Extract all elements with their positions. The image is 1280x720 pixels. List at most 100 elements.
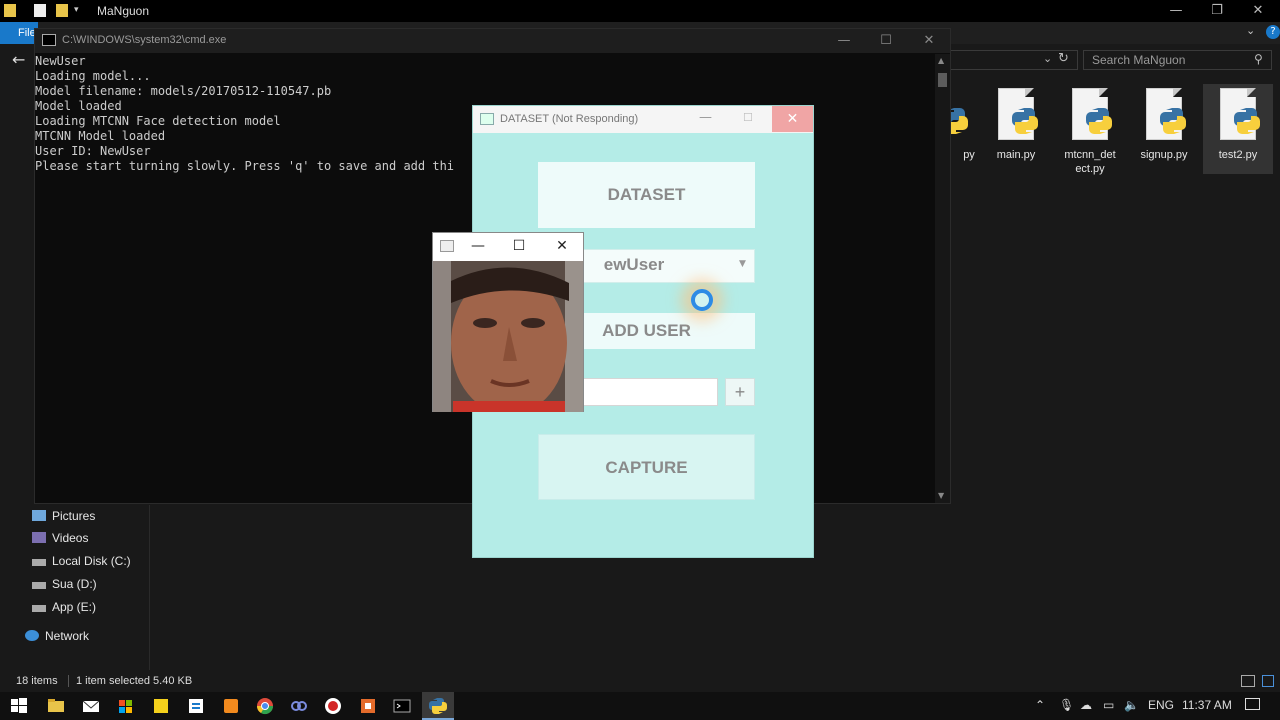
chevron-down-icon[interactable]: ▼ [739,259,746,269]
scroll-up-icon[interactable]: ▲ [938,56,944,65]
dataset-titlebar[interactable]: DATASET (Not Responding) — ☐ ✕ [473,106,813,133]
sidebar-item-pictures[interactable]: Pictures [32,509,95,523]
scroll-thumb[interactable] [938,73,947,87]
file-item-selected[interactable]: test2.py [1203,84,1273,174]
store-icon[interactable] [115,695,137,717]
cmd-icon [42,34,56,46]
sidebar-item-label: App (E:) [52,600,97,614]
search-icon: ⚲ [1254,52,1263,66]
restore-button[interactable]: ❐ [1197,2,1237,20]
console-line: NewUser [35,54,86,68]
pane-divider[interactable] [149,505,150,670]
busy-cursor-icon [691,289,713,311]
python-icon [1160,108,1186,134]
minimize-button[interactable]: — [467,236,489,256]
notification-icon[interactable] [1245,698,1260,710]
refresh-icon[interactable]: ↻ [1058,51,1069,66]
clock[interactable]: 11:37 AM [1182,698,1232,712]
tab-file[interactable]: File [0,22,38,44]
link-icon[interactable] [288,695,310,717]
console-line: Loading model... [35,69,151,83]
file-item[interactable]: signup.py [1129,88,1199,162]
python-icon [1012,108,1038,134]
scroll-down-icon[interactable]: ▼ [938,491,944,500]
dataset-button[interactable]: DATASET [538,162,755,228]
file-name: signup.py [1140,149,1188,161]
new-folder-icon[interactable] [56,4,68,17]
maximize-button[interactable]: ☐ [871,31,901,51]
taskbar-active-app[interactable] [422,692,454,720]
sidebar-item-label: Pictures [52,509,96,523]
volume-icon[interactable]: 🔈 [1124,698,1139,712]
videos-icon [32,532,46,543]
cmd-icon[interactable] [391,695,413,717]
sticky-notes-icon[interactable] [150,695,172,717]
window-title: MaNguon [97,4,150,18]
python-icon [429,698,447,714]
windows-start-icon[interactable] [8,695,30,717]
close-button[interactable]: ✕ [1238,2,1278,20]
file-explorer-icon[interactable] [45,695,67,717]
search-input[interactable]: Search MaNguon ⚲ [1083,50,1272,70]
microphone-icon[interactable]: 🎙 [1059,698,1074,712]
search-placeholder: Search MaNguon [1092,53,1186,67]
cmd-titlebar[interactable]: C:\WINDOWS\system32\cmd.exe — ☐ ✕ [35,29,950,53]
camera-titlebar[interactable]: — ☐ ✕ [433,233,583,260]
item-count: 18 items [16,675,58,687]
sidebar-item-network[interactable]: Network [25,629,89,643]
archive-icon[interactable] [357,695,379,717]
help-icon[interactable]: ? [1266,25,1280,39]
chevron-down-icon[interactable]: ⌄ [1043,52,1052,65]
editor-icon[interactable] [185,695,207,717]
maximize-button[interactable]: ☐ [508,236,530,256]
sublime-text-icon[interactable] [220,695,242,717]
network-icon[interactable]: ▭ [1103,698,1114,712]
file-item[interactable]: main.py [981,88,1051,162]
chevron-up-icon[interactable]: ⌃ [1035,698,1045,712]
add-button[interactable]: + [725,378,755,406]
details-view-icon[interactable] [1241,675,1255,687]
cloud-icon[interactable]: ☁ [1080,698,1092,712]
minimize-button[interactable]: — [1156,2,1196,20]
sidebar-item-label: Local Disk (C:) [52,554,131,568]
drive-icon [32,559,46,566]
properties-icon[interactable] [34,4,46,17]
console-line: Model filename: models/20170512-110547.p… [35,84,332,98]
back-arrow-icon[interactable]: ← [12,50,25,69]
explorer-titlebar: ▾ MaNguon — ❐ ✕ [0,0,1280,22]
language-indicator[interactable]: ENG [1148,698,1174,712]
sidebar-item-label: Network [45,629,90,643]
chevron-down-icon[interactable]: ▾ [74,5,84,18]
file-item[interactable]: mtcnn_det ect.py [1055,88,1125,176]
large-icons-view-icon[interactable] [1262,675,1274,687]
sidebar-item-sua[interactable]: Sua (D:) [32,577,97,591]
close-button[interactable]: ✕ [551,236,573,256]
close-button[interactable]: ✕ [772,106,813,132]
chevron-down-icon[interactable]: ⌄ [1246,24,1255,37]
app-icon [480,113,494,125]
sidebar-item-videos[interactable]: Videos [32,531,88,545]
pictures-icon [32,510,46,521]
close-button[interactable]: ✕ [914,31,944,51]
sidebar-item-local-disk[interactable]: Local Disk (C:) [32,554,131,568]
drive-icon [32,605,46,612]
camera-window[interactable]: — ☐ ✕ [432,232,584,412]
record-icon[interactable] [322,695,344,717]
face-image [433,261,583,412]
chrome-icon[interactable] [254,695,276,717]
webcam-feed [433,261,583,412]
vertical-scrollbar[interactable] [935,54,950,503]
app-icon [440,240,454,252]
mail-icon[interactable] [80,695,102,717]
python-icon [1234,108,1260,134]
status-bar: 18 items 1 item selected 5.40 KB [0,670,1280,692]
maximize-button[interactable]: ☐ [743,111,753,124]
capture-button[interactable]: CAPTURE [538,434,755,500]
minimize-button[interactable]: — [699,110,712,125]
sidebar-item-app[interactable]: App (E:) [32,600,96,614]
minimize-button[interactable]: — [829,31,859,51]
selection-info: 1 item selected 5.40 KB [76,675,193,687]
network-icon [25,630,39,641]
folder-icon [4,4,16,17]
sidebar-item-label: Sua (D:) [52,577,97,591]
